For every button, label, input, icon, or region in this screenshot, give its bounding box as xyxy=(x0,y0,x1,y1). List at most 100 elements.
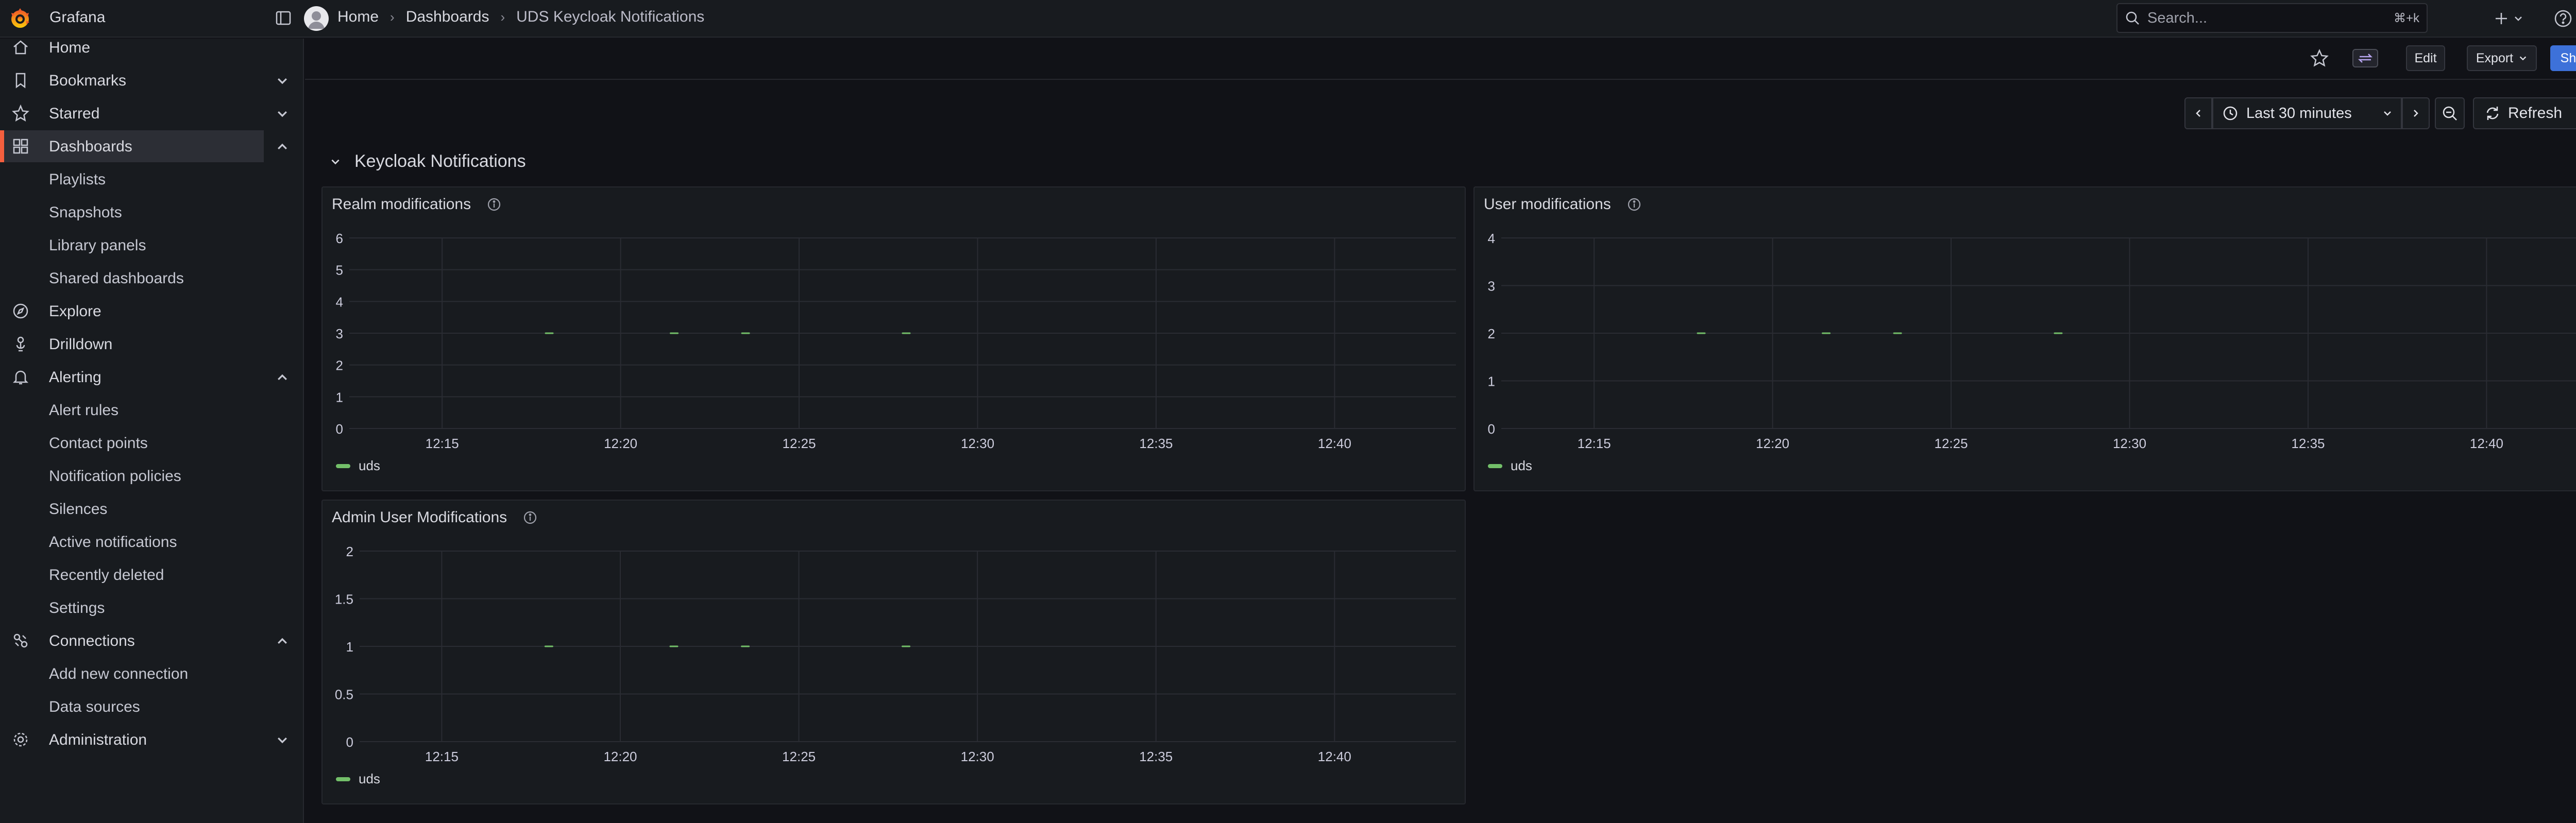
sync-icon xyxy=(2486,107,2499,120)
home-icon xyxy=(13,40,28,55)
sidebar-item-label: Connections xyxy=(49,632,135,649)
share-button[interactable]: Share xyxy=(2550,45,2576,71)
x-tick-label: 12:40 xyxy=(1318,436,1351,451)
sidebar-item-library-panels[interactable]: Library panels xyxy=(0,229,264,261)
export-label: Export xyxy=(2476,50,2514,65)
drilldown-icon xyxy=(16,336,25,352)
sidebar-item-connections[interactable]: Connections xyxy=(0,625,287,657)
sidebar-item-active-notifications[interactable]: Active notifications xyxy=(0,526,264,558)
x-tick-label: 12:35 xyxy=(1139,436,1173,451)
legend-item[interactable]: uds xyxy=(336,771,380,787)
y-tick-label: 1 xyxy=(336,389,343,405)
apps-icon xyxy=(13,139,28,154)
panel-title-bar: Realm modifications xyxy=(332,196,502,213)
sidebar-item-settings[interactable]: Settings xyxy=(0,592,264,624)
chevron-down-icon[interactable] xyxy=(276,733,289,747)
sidebar-item-dashboards[interactable]: Dashboards xyxy=(0,130,287,162)
sidebar-item-recently-deleted[interactable]: Recently deleted xyxy=(0,559,264,591)
breadcrumb-separator-icon: › xyxy=(390,9,395,25)
legend-label: uds xyxy=(1511,458,1532,473)
chevron-down-icon xyxy=(2519,56,2527,61)
compass-icon xyxy=(13,303,28,319)
sidebar-item-bookmarks[interactable]: Bookmarks xyxy=(0,64,287,96)
new-button[interactable] xyxy=(2494,9,2530,28)
chevron-up-icon[interactable] xyxy=(276,371,289,384)
time-shift-forward-button[interactable] xyxy=(2402,97,2430,129)
sidebar-item-add-new-connection[interactable]: Add new connection xyxy=(0,658,264,690)
top-bar: Grafana Home › Dashboards › UDS Keycloak… xyxy=(0,0,2576,38)
clock-icon xyxy=(2223,106,2238,121)
sidebar-item-label: Settings xyxy=(49,599,105,616)
chart-user-modifications: 0 1 2 3 4 12:15 12:20 12:25 12:30 12:35 12:40 xyxy=(1488,231,2576,451)
sidebar-item-silences[interactable]: Silences xyxy=(0,493,264,525)
avatar[interactable] xyxy=(304,6,329,31)
dashboard-toolbar: Edit Export Share xyxy=(305,39,2576,80)
y-tick-label: 6 xyxy=(336,231,343,246)
row-collapse-toggle[interactable]: Keycloak Notifications xyxy=(330,151,526,172)
search-shortcut: ⌘+k xyxy=(2393,11,2419,25)
panel-realm-modifications[interactable]: 0 1 2 3 4 5 6 12:15 12:20 12:25 12:30 12:35 12:40 Re… xyxy=(321,186,1466,491)
search-input[interactable]: Search... ⌘+k xyxy=(2116,3,2428,33)
panel-user-modifications[interactable]: 0 1 2 3 4 12:15 12:20 12:25 12:30 12:35 12:40 User… xyxy=(1473,186,2576,491)
legend-item[interactable]: uds xyxy=(336,458,380,474)
sidebar-item-snapshots[interactable]: Snapshots xyxy=(0,196,264,228)
switch-layout-button[interactable] xyxy=(2352,49,2378,67)
sidebar-item-contact-points[interactable]: Contact points xyxy=(0,427,264,459)
sidebar-item-notification-policies[interactable]: Notification policies xyxy=(0,460,264,492)
help-icon[interactable] xyxy=(2553,9,2573,28)
refresh-button[interactable]: Refresh xyxy=(2473,97,2576,129)
y-tick-label: 4 xyxy=(336,294,343,310)
sidebar-item-label: Dashboards xyxy=(49,138,132,155)
sidebar-item-alert-rules[interactable]: Alert rules xyxy=(0,394,264,426)
time-shift-back-button[interactable] xyxy=(2184,97,2212,129)
edit-button[interactable]: Edit xyxy=(2406,45,2445,71)
sidebar-item-playlists[interactable]: Playlists xyxy=(0,163,264,195)
info-icon[interactable] xyxy=(1626,197,1642,212)
y-tick-label: 2 xyxy=(336,358,343,373)
chevron-up-icon[interactable] xyxy=(276,140,289,153)
time-range-picker[interactable]: Last 30 minutes xyxy=(2212,97,2402,129)
x-tick-label: 12:25 xyxy=(1935,436,1968,451)
sidebar-item-label: Recently deleted xyxy=(49,567,164,584)
sidebar-item-label: Starred xyxy=(49,105,100,122)
sidebar-item-alerting[interactable]: Alerting xyxy=(0,361,287,393)
sidebar-item-starred[interactable]: Starred xyxy=(0,97,287,129)
breadcrumb-home[interactable]: Home xyxy=(337,8,379,26)
chevron-up-icon[interactable] xyxy=(276,635,289,648)
refresh-label: Refresh xyxy=(2508,105,2563,122)
sidebar-item-drilldown[interactable]: Drilldown xyxy=(0,328,264,360)
sidebar-item-label: Home xyxy=(49,39,91,56)
plus-icon xyxy=(2496,13,2507,24)
x-tick-label: 12:30 xyxy=(2113,436,2146,451)
share-label: Share xyxy=(2560,50,2576,65)
zoom-out-button[interactable] xyxy=(2435,97,2465,129)
sidebar-item-label: Notification policies xyxy=(49,468,181,485)
panel-admin-user-modifications[interactable]: 0 0.5 1 1.5 2 12:15 12:20 12:25 12:30 12:35 12:40 … xyxy=(321,500,1466,804)
sidebar-item-label: Bookmarks xyxy=(49,72,127,89)
chevron-down-icon[interactable] xyxy=(276,74,289,88)
sidebar-item-home[interactable]: Home xyxy=(0,31,264,63)
sidebar-item-explore[interactable]: Explore xyxy=(0,295,264,327)
app-name: Grafana xyxy=(49,9,106,26)
export-button[interactable]: Export xyxy=(2467,45,2537,71)
x-tick-label: 12:40 xyxy=(2470,436,2503,451)
legend-item[interactable]: uds xyxy=(1488,458,1532,474)
mark-favorite-star-icon[interactable] xyxy=(2309,48,2330,68)
sidebar-item-administration[interactable]: Administration xyxy=(0,724,287,756)
search-icon xyxy=(2126,11,2139,25)
star-icon xyxy=(12,104,29,122)
grafana-logo-icon[interactable] xyxy=(8,7,32,30)
sidebar-item-shared-dashboards[interactable]: Shared dashboards xyxy=(0,262,264,294)
chevron-down-icon xyxy=(331,159,340,164)
dock-menu-icon[interactable] xyxy=(274,9,293,27)
breadcrumb-dashboards[interactable]: Dashboards xyxy=(406,8,489,26)
breadcrumb-current: UDS Keycloak Notifications xyxy=(516,8,705,25)
chevron-down-icon[interactable] xyxy=(276,107,289,121)
sidebar-item-data-sources[interactable]: Data sources xyxy=(0,691,264,723)
info-icon[interactable] xyxy=(486,197,502,212)
y-tick-label: 0 xyxy=(1488,421,1495,437)
transfer-icon xyxy=(2358,54,2373,63)
search-placeholder: Search... xyxy=(2147,9,2208,26)
info-icon[interactable] xyxy=(522,510,538,525)
sidebar-item-label: Administration xyxy=(49,731,147,748)
